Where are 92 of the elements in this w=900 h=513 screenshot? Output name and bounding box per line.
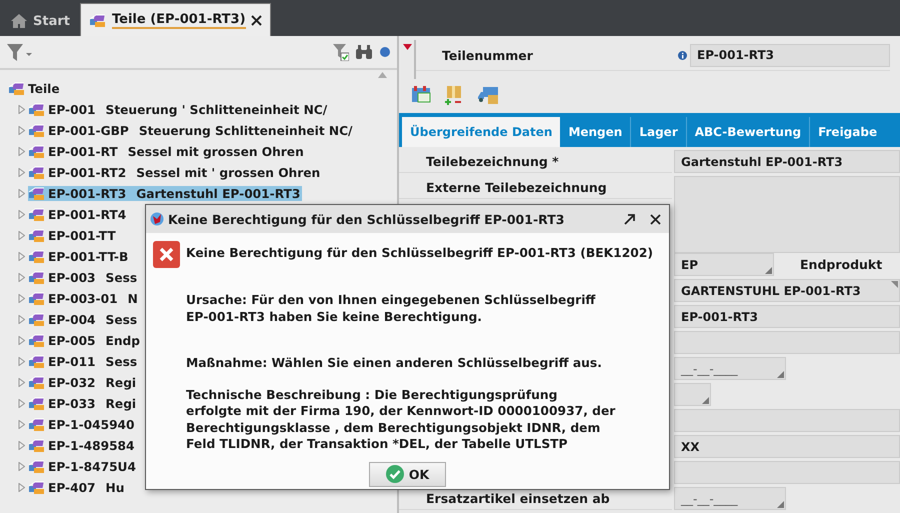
tree-item[interactable]: EP-001-TT-B (28, 249, 130, 264)
tree-item[interactable]: EP-001-GBP Steuerung Schlitteneinheit NC/ (28, 123, 355, 138)
collapse-arrow-icon (403, 44, 412, 50)
tree-item[interactable]: EP-1-8475U4 (28, 459, 138, 474)
dialog-title: Keine Berechtigung für den Schlüsselbegriff EP-001-RT3 (168, 212, 566, 226)
tree-item[interactable]: EP-032 Regi (28, 375, 138, 390)
parts-icon (28, 270, 46, 285)
tree-item[interactable]: EP-1-045940 (28, 417, 137, 432)
error-heading: Keine Berechtigung für den Schlüsselbegriff EP-001-RT3 (BEK1202) (186, 246, 654, 260)
dot-icon (379, 46, 391, 58)
text-field[interactable]: XX (674, 435, 900, 458)
part-number-field[interactable]: EP-001-RT3 (690, 44, 890, 66)
ok-button[interactable]: OK (368, 462, 446, 486)
error-icon (153, 241, 180, 268)
input-field[interactable] (674, 331, 900, 354)
tree-item[interactable]: EP-001-RT2 Sessel mit ' grossen Ohren (28, 165, 322, 180)
tab[interactable]: Lager (630, 117, 686, 147)
tree-item[interactable]: Teile (8, 81, 62, 96)
dropdown-corner-icon (777, 371, 784, 378)
parts-icon (28, 417, 46, 432)
field-label: Teilebezeichnung * (426, 154, 559, 168)
parts-icon (28, 123, 46, 138)
dropdown-corner-icon (777, 501, 784, 508)
input-field[interactable] (674, 409, 900, 432)
dropdown-field[interactable] (674, 383, 711, 406)
parts-icon (28, 396, 46, 411)
tab[interactable]: ABC-Bewertung (686, 117, 810, 147)
lookup-field[interactable]: GARTENSTUHL EP-001-RT3 (674, 279, 900, 302)
binoculars-icon (355, 44, 373, 60)
date-field[interactable]: __-__-____ (674, 357, 786, 380)
scroll-up-icon (378, 72, 387, 78)
parts-icon (28, 438, 46, 453)
field-note: Endprodukt (799, 257, 882, 272)
form-icon (411, 85, 431, 103)
expand-icon[interactable] (623, 212, 636, 226)
parts-icon (28, 480, 46, 495)
tab[interactable]: Freigabe (809, 117, 886, 147)
tree-item[interactable]: EP-003 Sess (28, 270, 140, 285)
dropdown-corner-icon (702, 397, 709, 404)
parts-icon (88, 12, 107, 28)
check-icon (386, 465, 404, 483)
tree-item[interactable]: EP-005 Endp (28, 333, 142, 348)
tree-item[interactable]: EP-001 Steuerung ' Schlitteneinheit NC/ (28, 102, 330, 117)
filter-icon (6, 42, 32, 62)
parts-icon (28, 186, 46, 201)
parts-icon (28, 333, 46, 348)
text-field[interactable]: EP-001-RT3 (674, 305, 900, 328)
tree-item[interactable]: EP-001-RT3 Gartenstuhl EP-001-RT3 (28, 186, 302, 201)
tree-item[interactable]: EP-033 Regi (28, 396, 138, 411)
parts-icon (28, 459, 46, 474)
parts-icon (28, 354, 46, 369)
info-icon (678, 50, 687, 60)
parts-icon (28, 228, 46, 243)
parts-icon (28, 144, 46, 159)
parts-icon (28, 375, 46, 390)
app-logo-icon (150, 212, 164, 226)
tree-item[interactable]: EP-1-489584 (28, 438, 137, 453)
parts-icon (28, 207, 46, 222)
tab[interactable]: Mengen (560, 117, 630, 147)
tree-item[interactable]: EP-001-RT Sessel mit grossen Ohren (28, 144, 306, 159)
close-icon[interactable] (650, 214, 661, 224)
parts-icon (28, 312, 46, 327)
tree-item[interactable]: EP-407 Hu (28, 480, 126, 495)
tree-item[interactable]: EP-003-01 N (28, 291, 140, 306)
tab[interactable]: Teile (EP-001-RT3) (80, 3, 271, 36)
tree-item[interactable]: EP-001-TT (28, 228, 118, 243)
field-label: Ersatzartikel einsetzen ab (426, 490, 610, 506)
dropdown-corner-icon (891, 281, 898, 288)
parts-icon (28, 291, 46, 306)
date-field[interactable]: __-__-____ (674, 487, 786, 510)
dropdown-corner-icon (765, 267, 772, 274)
tree-item[interactable]: EP-001-RT4 (28, 207, 128, 222)
tab[interactable]: Start (2, 6, 78, 36)
parts-icon (28, 102, 46, 117)
text-field[interactable]: Gartenstuhl EP-001-RT3 (674, 150, 900, 173)
tree-item[interactable]: EP-004 Sess (28, 312, 140, 327)
dropdown-field[interactable]: EP (674, 253, 774, 276)
tree-item[interactable]: EP-011 Sess (28, 354, 140, 369)
parts-icon (28, 165, 46, 180)
field-label: Externe Teilebezeichnung (426, 180, 607, 194)
parts-icon (28, 249, 46, 264)
home-icon (10, 13, 28, 29)
close-icon[interactable] (250, 14, 262, 26)
message-paragraph: Ursache: Für den von Ihnen eingegebenen Schlüsselbegriff EP-001-RT3 haben Sie keine Berechtigung. (186, 292, 596, 325)
truck-icon (477, 85, 499, 105)
message-paragraph: Technische Beschreibung : Die Berechtigungsprüfung erfolgte mit der Firma 190, der Kennwort-ID 0000100937, der Berechtigungsklasse , dem Berechtigungsobjekt IDNR, dem Feld TLIDNR, der Transaktion *DEL, der Tabelle UTLSTP (186, 386, 616, 452)
input-field[interactable] (674, 461, 900, 484)
parts-icon (8, 81, 26, 96)
field-label: Teilenummer (442, 48, 534, 62)
tab[interactable]: Übergreifende Daten (402, 117, 560, 147)
message-paragraph: Maßnahme: Wählen Sie einen anderen Schlüsselbegriff aus. (186, 355, 603, 372)
filter-check-icon (333, 43, 349, 61)
